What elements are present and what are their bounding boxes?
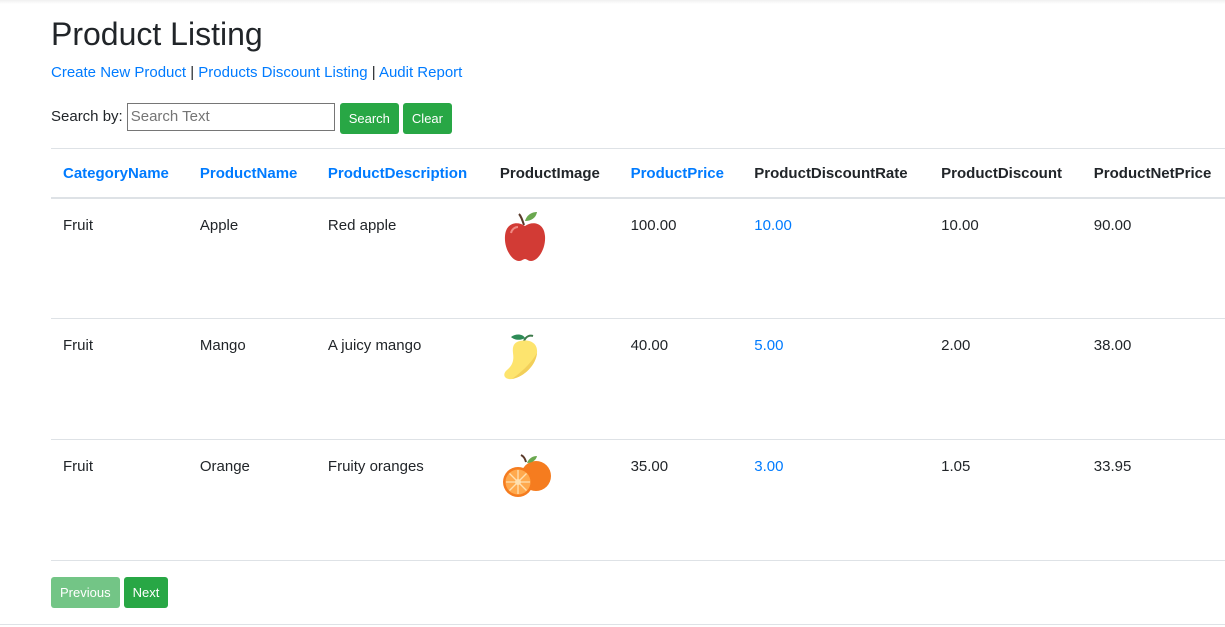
table-row: Fruit Mango A juicy mango 40.00 5.00 2.0… [51,319,1225,440]
clear-button[interactable]: Clear [402,103,452,134]
name-cell: Mango [199,337,246,354]
footer-divider [0,624,1225,625]
search-label: Search by: [51,108,123,125]
top-shadow [0,0,1225,4]
next-button[interactable]: Next [123,577,169,608]
table-row: Fruit Orange Fruity oranges 35.00 3.00 1… [51,440,1225,561]
price-cell: 35.00 [630,458,669,475]
audit-report-link[interactable]: Audit Report [379,64,462,81]
nav-links: Create New Product | Products Discount L… [51,64,462,81]
create-product-link[interactable]: Create New Product [51,64,186,81]
sort-product-name[interactable]: ProductName [200,165,298,182]
discount-listing-link[interactable]: Products Discount Listing [198,64,367,81]
header-discount-rate: ProductDiscountRate [754,165,908,183]
discount-cell: 1.05 [941,458,971,475]
description-cell: Red apple [327,216,397,234]
discount-rate-link[interactable]: 5.00 [754,337,783,354]
table-header-row: CategoryName ProductName ProductDescript… [51,148,1225,198]
discount-cell: 2.00 [941,337,971,354]
category-cell: Fruit [63,216,93,234]
search-input[interactable] [126,102,335,131]
net-price-cell: 33.95 [1093,458,1132,475]
sort-product-description[interactable]: ProductDescription [328,165,467,182]
discount-rate-link[interactable]: 3.00 [754,458,783,475]
net-price-cell: 38.00 [1093,337,1132,354]
net-price-cell: 90.00 [1093,216,1132,234]
sort-product-price[interactable]: ProductPrice [631,165,724,182]
page-title: Product Listing [51,16,263,52]
product-table: CategoryName ProductName ProductDescript… [51,148,1225,561]
description-cell: Fruity oranges [327,458,424,475]
price-cell: 100.00 [630,216,677,234]
previous-button[interactable]: Previous [51,577,120,608]
name-cell: Apple [199,216,239,234]
table-row: Fruit Apple Red apple 100.00 10.00 10.00… [51,198,1225,319]
separator: | [367,64,379,81]
search-bar: Search by: Search Clear [51,99,452,134]
separator: | [186,64,199,81]
apple-icon [504,211,545,261]
description-cell: A juicy mango [327,337,422,354]
pagination: Previous Next [51,577,169,608]
category-cell: Fruit [63,337,93,354]
search-button[interactable]: Search [339,103,399,134]
header-net-price: ProductNetPrice [1093,165,1212,183]
name-cell: Orange [199,458,250,475]
discount-cell: 10.00 [941,216,979,234]
discount-rate-link[interactable]: 10.00 [754,217,792,234]
orange-icon [502,454,551,497]
price-cell: 40.00 [630,337,669,354]
header-discount: ProductDiscount [941,165,1062,183]
category-cell: Fruit [63,458,93,475]
header-product-image: ProductImage [499,165,600,183]
mango-icon [504,334,537,380]
sort-category-name[interactable]: CategoryName [63,165,169,182]
